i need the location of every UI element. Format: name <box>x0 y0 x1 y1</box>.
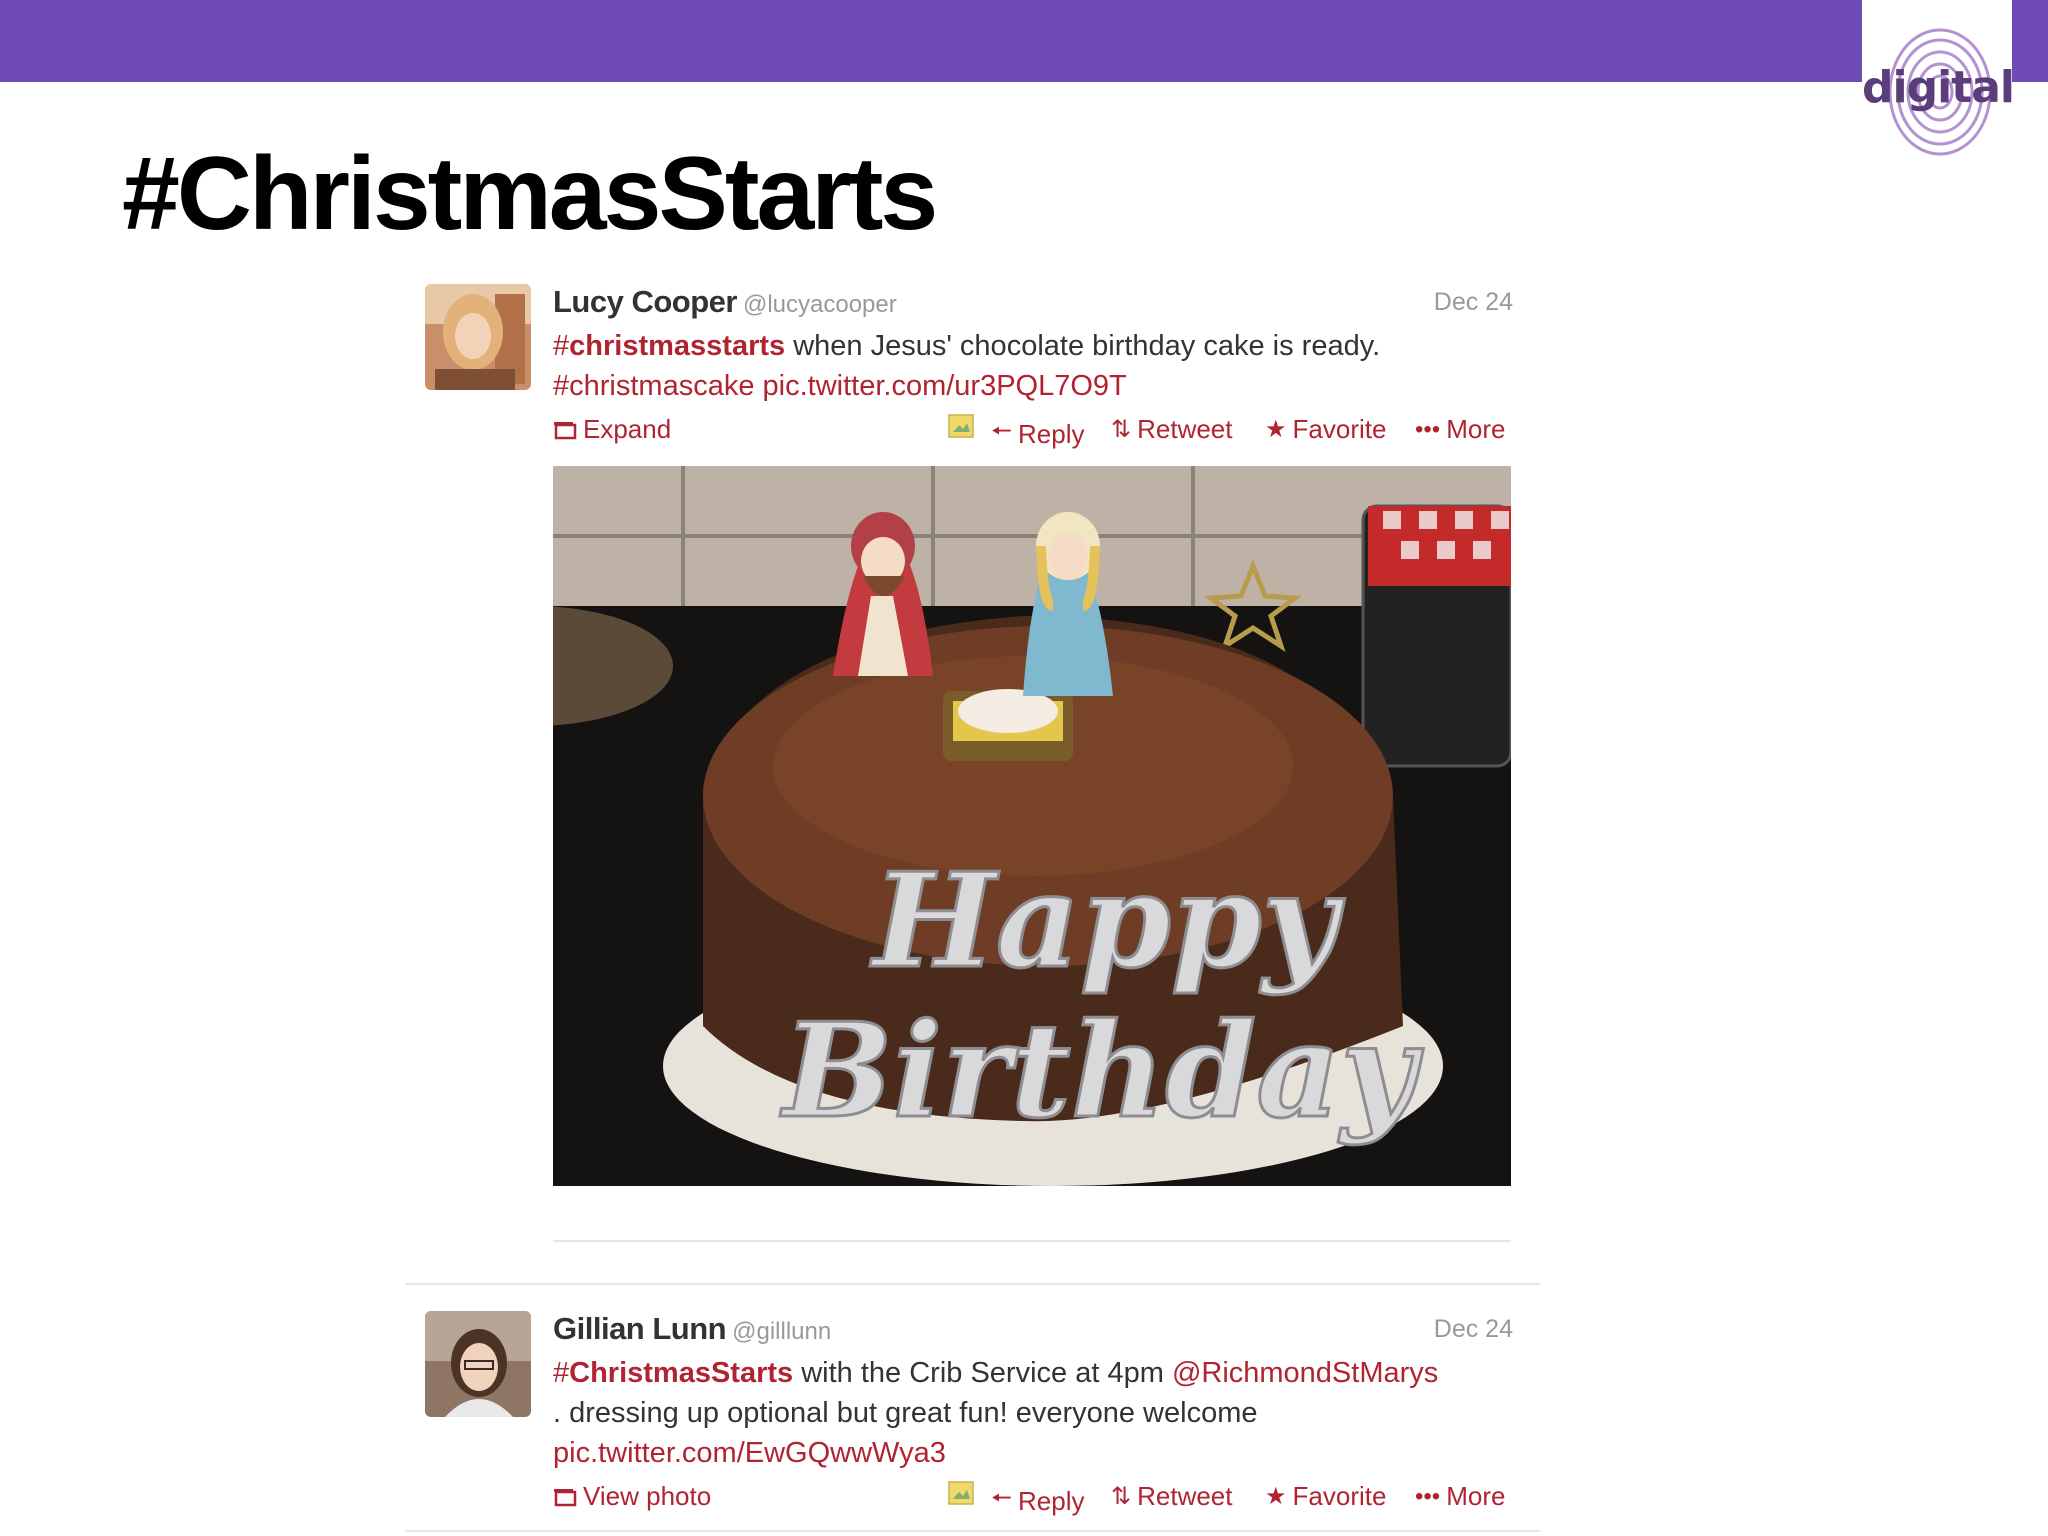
tweet-handle[interactable]: @gilllunn <box>732 1318 831 1345</box>
tweet-link[interactable]: #christmascake pic.twitter.com/ur3PQL7O9… <box>553 370 1127 402</box>
expand-button[interactable]: Expand <box>553 414 671 445</box>
reply-button[interactable]: 🠔 Reply <box>991 414 1084 455</box>
photo-badge-icon <box>948 1481 974 1505</box>
star-icon: ★ <box>1265 1483 1287 1510</box>
tweet-body: Lucy Cooper @lucyacooper Dec 24 #christma… <box>553 284 1513 454</box>
tweet-author[interactable]: Lucy Cooper <box>553 284 737 319</box>
hashtag-link[interactable]: #ChristmasStarts <box>553 1357 793 1389</box>
divider <box>405 1530 1540 1532</box>
divider <box>553 1240 1511 1242</box>
reply-arrow-icon: 🠔 <box>991 418 1012 445</box>
avatar[interactable] <box>425 284 531 390</box>
tweet-body: Gillian Lunn @gilllunn Dec 24 #ChristmasS… <box>553 1311 1513 1521</box>
more-button[interactable]: ••• More <box>1415 414 1505 445</box>
logo-text: digital <box>1862 62 2015 113</box>
avatar[interactable] <box>425 1311 531 1417</box>
tweet-handle[interactable]: @lucyacooper <box>743 291 897 318</box>
digital-logo: digital <box>1862 0 2015 170</box>
slide-title: #ChristmasStarts <box>122 136 938 252</box>
tweet-text: #ChristmasStarts with the Crib Service a… <box>553 1357 1439 1469</box>
expand-icon <box>553 1487 577 1507</box>
more-dots-icon: ••• <box>1415 415 1441 443</box>
favorite-button[interactable]: ★ Favorite <box>1265 1481 1386 1512</box>
tweet-date[interactable]: Dec 24 <box>1434 1315 1513 1344</box>
tweet-photo[interactable]: Happy Birthday <box>553 466 1511 1186</box>
retweet-button[interactable]: ⇅ Retweet <box>1111 414 1233 445</box>
cake-topper-word-1: Happy <box>869 844 1345 997</box>
more-dots-icon: ••• <box>1415 1482 1441 1510</box>
tweet-text: #christmasstarts when Jesus' chocolate b… <box>553 330 1381 402</box>
photo-badge-icon <box>948 414 974 438</box>
tweet-author[interactable]: Gillian Lunn <box>553 1311 727 1346</box>
more-button[interactable]: ••• More <box>1415 1481 1505 1512</box>
cake-topper-word-2: Birthday <box>779 994 1423 1147</box>
header-bar <box>0 0 2048 82</box>
mention-link[interactable]: @RichmondStMarys <box>1172 1357 1438 1389</box>
retweet-button[interactable]: ⇅ Retweet <box>1111 1481 1233 1512</box>
retweet-icon: ⇅ <box>1111 1483 1132 1510</box>
divider <box>405 1283 1540 1285</box>
tweet-date[interactable]: Dec 24 <box>1434 288 1513 317</box>
favorite-button[interactable]: ★ Favorite <box>1265 414 1386 445</box>
star-icon: ★ <box>1265 416 1287 443</box>
expand-icon <box>553 420 577 440</box>
tweet-actions: View photo 🠔 Reply ⇅ Retweet ★ Favorite •••… <box>553 1481 1513 1521</box>
tweet-link[interactable]: pic.twitter.com/EwGQwwWya3 <box>553 1437 946 1469</box>
retweet-icon: ⇅ <box>1111 416 1132 443</box>
view-photo-button[interactable]: View photo <box>553 1481 711 1512</box>
hashtag-link[interactable]: #christmasstarts <box>553 330 785 362</box>
tweet-actions: Expand 🠔 Reply ⇅ Retweet ★ Favorite ••• More <box>553 414 1513 454</box>
reply-arrow-icon: 🠔 <box>991 1485 1012 1512</box>
reply-button[interactable]: 🠔 Reply <box>991 1481 1084 1522</box>
